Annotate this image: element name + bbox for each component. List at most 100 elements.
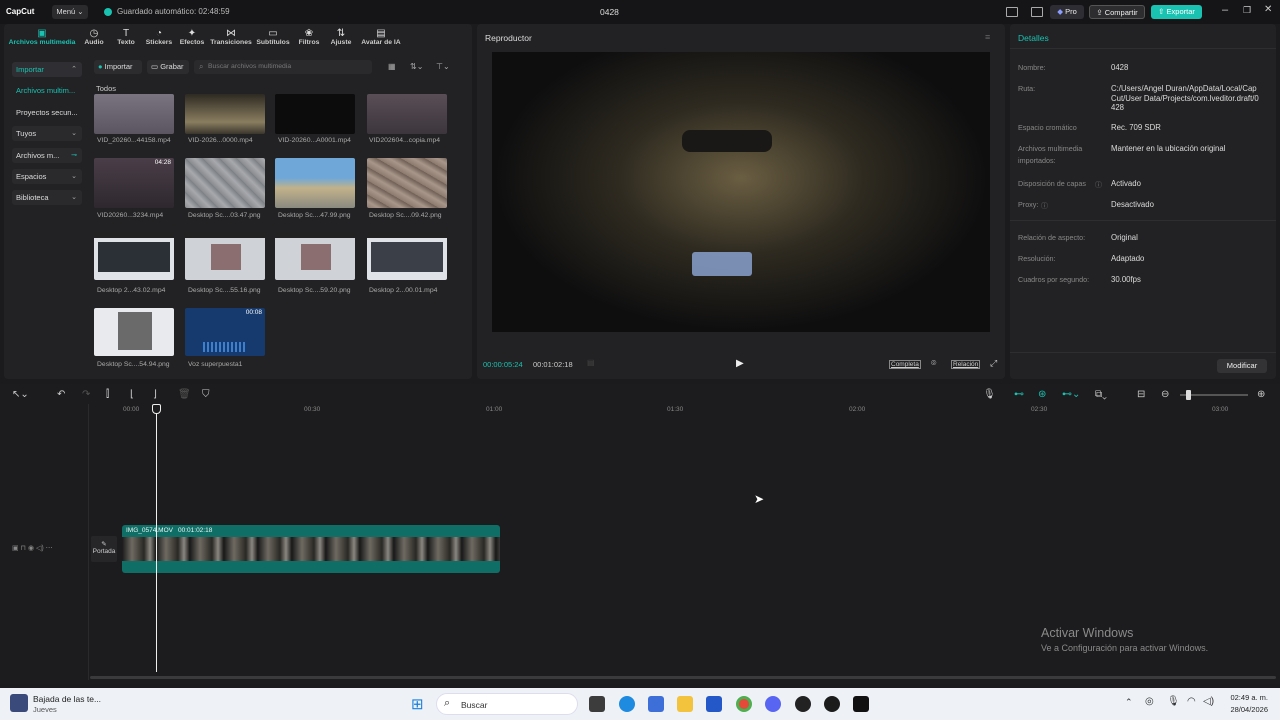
fullscreen-icon[interactable]: ⤢ bbox=[990, 358, 997, 369]
tray-app-icon[interactable]: ◎ bbox=[1145, 696, 1154, 707]
clock-time[interactable]: 02:49 a. m. bbox=[1228, 693, 1268, 702]
tab-media[interactable]: ▣ Archivos multimedia bbox=[6, 28, 78, 46]
shortcut-icon[interactable] bbox=[1031, 7, 1043, 17]
player-app-icon[interactable] bbox=[824, 696, 840, 712]
store-icon[interactable] bbox=[706, 696, 722, 712]
undo-icon[interactable]: ↶ bbox=[57, 389, 65, 400]
media-thumb[interactable] bbox=[185, 232, 265, 280]
volume-icon[interactable]: ◁) bbox=[1203, 696, 1214, 707]
windows-start-icon[interactable]: ⊞ bbox=[411, 695, 424, 713]
wifi-icon[interactable]: ◠ bbox=[1187, 696, 1196, 707]
media-thumb[interactable]: 00:11 bbox=[94, 232, 174, 280]
horizontal-scrollbar[interactable] bbox=[90, 676, 1276, 679]
track-controls[interactable]: ▣ ⊓ ◉ ◁) ⋯ bbox=[12, 544, 53, 552]
layout-icon[interactable] bbox=[1006, 7, 1018, 17]
media-thumb[interactable] bbox=[94, 94, 174, 134]
screenshot-icon[interactable]: ⌾ bbox=[931, 358, 936, 369]
full-button[interactable]: Completa bbox=[889, 360, 921, 369]
media-thumb[interactable] bbox=[185, 94, 265, 134]
media-thumb[interactable] bbox=[94, 308, 174, 356]
tab-audio[interactable]: ◷ Audio bbox=[80, 28, 108, 46]
zoom-handle[interactable] bbox=[1186, 390, 1191, 400]
magnet-icon[interactable]: ⊷ bbox=[1014, 389, 1024, 400]
tab-filters[interactable]: ❀ Filtros bbox=[294, 28, 324, 46]
file-explorer-icon[interactable] bbox=[677, 696, 693, 712]
cover-button[interactable]: ✎ Portada bbox=[91, 536, 117, 562]
redo-icon[interactable]: ↷ bbox=[82, 389, 90, 400]
fit-icon[interactable]: ⊟ bbox=[1137, 389, 1145, 400]
tray-chevron-icon[interactable]: ⌃ bbox=[1125, 697, 1133, 708]
video-clip[interactable]: IMG_0574.MOV 00:01:02:18 bbox=[122, 525, 500, 573]
share-button[interactable]: ⇪ Compartir bbox=[1089, 5, 1145, 19]
import-button[interactable]: ● Importar bbox=[94, 60, 142, 74]
player-menu-icon[interactable]: ≡ bbox=[985, 32, 990, 42]
notification-title[interactable]: Bajada de las te... bbox=[33, 694, 101, 704]
zoom-out-icon[interactable]: ⊖ bbox=[1161, 389, 1169, 400]
close-icon[interactable]: ✕ bbox=[1264, 4, 1272, 15]
sidebar-item-spaces[interactable]: Espacios ⌄ bbox=[12, 169, 82, 184]
video-preview[interactable] bbox=[492, 52, 990, 332]
media-thumb[interactable] bbox=[275, 158, 355, 208]
marker-icon[interactable]: ⛉ bbox=[202, 389, 210, 400]
record-button[interactable]: ▭ Grabar bbox=[147, 60, 189, 74]
tab-stickers[interactable]: ◔ Stickers bbox=[143, 28, 175, 46]
media-thumb[interactable]: 00:08 bbox=[185, 308, 265, 356]
edge-icon[interactable] bbox=[619, 696, 635, 712]
playhead-handle[interactable] bbox=[152, 404, 161, 414]
media-thumb[interactable]: 04:28 bbox=[94, 158, 174, 208]
tab-effects[interactable]: ✦ Efectos bbox=[177, 28, 207, 46]
pro-button[interactable]: ◆ Pro bbox=[1050, 5, 1084, 19]
playhead[interactable] bbox=[156, 408, 157, 672]
trim-right-icon[interactable]: ⌋ bbox=[153, 389, 157, 400]
copilot-icon[interactable] bbox=[648, 696, 664, 712]
info-icon[interactable]: ⓘ bbox=[1095, 180, 1102, 190]
sidebar-item-library[interactable]: Biblioteca ⌄ bbox=[12, 190, 82, 205]
media-thumb[interactable] bbox=[275, 94, 355, 134]
tab-text[interactable]: T Texto bbox=[112, 28, 140, 46]
media-thumb[interactable] bbox=[185, 158, 265, 208]
menu-button[interactable]: Menú ⌄ bbox=[52, 5, 88, 19]
export-button[interactable]: ⇧ Exportar bbox=[1151, 5, 1202, 19]
delete-icon[interactable]: 🗑 bbox=[178, 389, 191, 400]
select-tool-icon[interactable]: ↖⌄ bbox=[12, 389, 29, 400]
zoom-in-icon[interactable]: ⊕ bbox=[1257, 389, 1265, 400]
snap-icon[interactable]: ⊷⌄ bbox=[1062, 389, 1080, 400]
sidebar-item-media-files[interactable]: Archivos m... ⊸ bbox=[12, 148, 82, 163]
filter-sort-icon[interactable]: ⊤⌄ bbox=[436, 62, 450, 71]
microphone-tray-icon[interactable]: 🎙 bbox=[1167, 696, 1180, 707]
minimize-icon[interactable]: – bbox=[1222, 4, 1228, 16]
link-icon[interactable]: ⊛ bbox=[1038, 389, 1046, 400]
sidebar-item-media[interactable]: Archivos multim... bbox=[12, 83, 82, 98]
modify-button[interactable]: Modificar bbox=[1217, 359, 1267, 373]
tab-transitions[interactable]: ⋈ Transiciones bbox=[209, 28, 253, 46]
tab-adjust[interactable]: ⇅ Ajuste bbox=[326, 28, 356, 46]
discord-icon[interactable] bbox=[765, 696, 781, 712]
media-thumb[interactable] bbox=[275, 232, 355, 280]
zoom-slider[interactable] bbox=[1180, 390, 1248, 400]
media-thumb[interactable] bbox=[367, 158, 447, 208]
media-thumb[interactable]: 00:31 bbox=[367, 232, 447, 280]
preview-axis-icon[interactable]: ⧉⌄ bbox=[1095, 389, 1107, 400]
restore-icon[interactable]: ❐ bbox=[1243, 5, 1251, 16]
task-view-icon[interactable] bbox=[589, 696, 605, 712]
trim-left-icon[interactable]: ⌊ bbox=[130, 389, 134, 400]
clock-date[interactable]: 28/04/2026 bbox=[1228, 705, 1268, 714]
sidebar-item-subprojects[interactable]: Proyectos secun... bbox=[12, 105, 82, 120]
ratio-button[interactable]: Relación bbox=[951, 360, 981, 369]
sidebar-item-import[interactable]: Importar ⌃ bbox=[12, 62, 82, 77]
tab-subtitles[interactable]: ▭ Subtítulos bbox=[255, 28, 291, 46]
grid-view-icon[interactable]: ▦ bbox=[388, 62, 396, 71]
tab-ai-avatar[interactable]: ▤ Avatar de IA bbox=[358, 28, 404, 46]
media-thumb[interactable] bbox=[367, 94, 447, 134]
sort-icon[interactable]: ⇅⌄ bbox=[410, 62, 423, 71]
chrome-icon[interactable] bbox=[736, 696, 752, 712]
split-icon[interactable]: ⫿ bbox=[106, 389, 109, 400]
capcut-app-icon[interactable] bbox=[853, 696, 869, 712]
taskbar-search[interactable]: ⌕ Buscar bbox=[436, 693, 578, 715]
microphone-icon[interactable]: 🎙 bbox=[983, 389, 996, 400]
timeline-mode-icon[interactable]: ▤ bbox=[587, 358, 595, 367]
search-input[interactable]: Buscar archivos multimedia bbox=[194, 60, 372, 74]
sidebar-item-yours[interactable]: Tuyos ⌄ bbox=[12, 126, 82, 141]
play-icon[interactable]: ▶ bbox=[736, 358, 744, 369]
weather-icon[interactable] bbox=[10, 694, 28, 712]
